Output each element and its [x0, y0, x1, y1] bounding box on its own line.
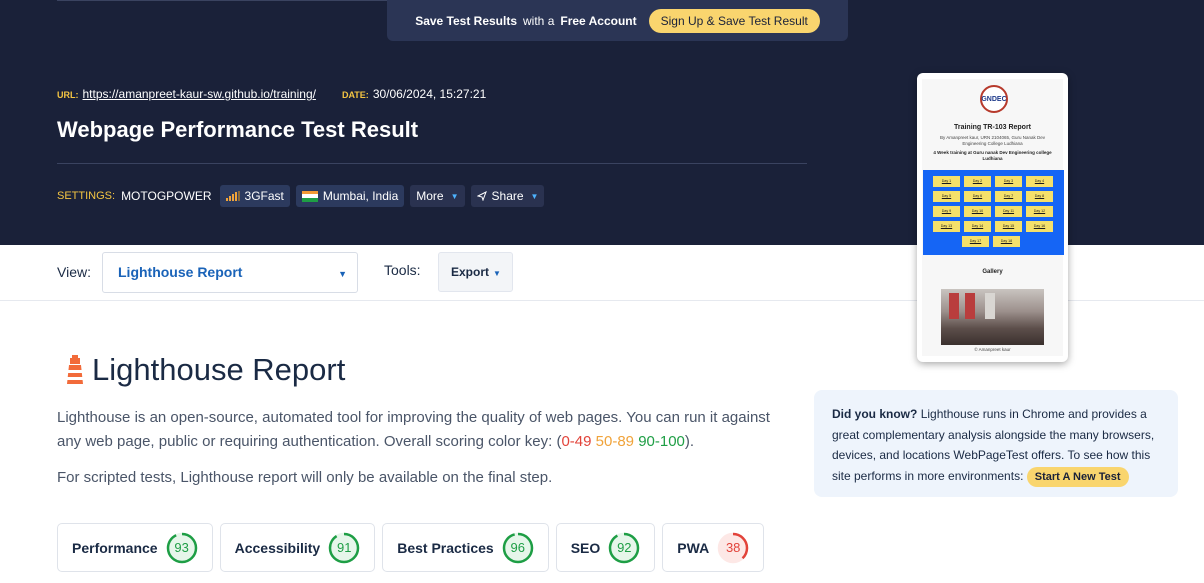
score-value: 93 — [174, 540, 189, 555]
chevron-down-icon: ▼ — [338, 269, 347, 279]
score-label: SEO — [570, 539, 601, 556]
thumbnail-day-button: Day 3 — [995, 176, 1022, 187]
score-label: PWA — [677, 539, 710, 556]
thumbnail-day-button: Day 6 — [964, 191, 991, 202]
thumbnail-day-button: Day 13 — [933, 221, 960, 232]
lighthouse-scores: Performance 93 Accessibility 91 Best Practic… — [57, 523, 765, 572]
connection-chip: 3GFast — [219, 185, 290, 207]
thumbnail-day-button: Day 1 — [933, 176, 960, 187]
score-card[interactable]: PWA 38 — [662, 523, 765, 572]
gallery-photo — [941, 289, 1044, 345]
thumbnail-day-button: Day 9 — [933, 206, 960, 217]
url-label: URL: — [57, 90, 79, 100]
signal-bars-icon — [225, 191, 240, 201]
chevron-down-icon: ▼ — [530, 191, 539, 201]
thumbnail-day-button: Day 10 — [964, 206, 991, 217]
score-gauge: 91 — [328, 532, 360, 564]
score-gauge: 96 — [502, 532, 534, 564]
score-value: 96 — [510, 540, 525, 555]
score-label: Accessibility — [234, 539, 321, 556]
score-value: 91 — [336, 540, 352, 555]
connection-label: 3GFast — [244, 189, 284, 203]
key-orange: 50-89 — [595, 433, 635, 450]
signup-save-button[interactable]: Sign Up & Save Test Result — [648, 8, 820, 33]
score-label: Best Practices — [397, 539, 494, 556]
settings-label: SETTINGS: — [57, 190, 116, 202]
report-title: Lighthouse Report — [92, 352, 346, 387]
report-heading: Lighthouse Report — [64, 352, 345, 388]
export-button[interactable]: Export ▼ — [438, 252, 513, 292]
score-value: 38 — [725, 540, 741, 555]
score-card[interactable]: Accessibility 91 — [219, 523, 376, 572]
thumbnail-day-button: Day 7 — [995, 191, 1022, 202]
test-settings: SETTINGS: MOTOGPOWER 3GFast Mumbai, Indi… — [57, 185, 545, 207]
thumbnail-heading: Training TR-103 Report — [953, 124, 1031, 131]
college-logo-icon: GNDEC — [980, 85, 1008, 113]
share-button[interactable]: Share ▼ — [470, 185, 545, 207]
tools-label: Tools: — [384, 262, 421, 278]
screenshot-content: GNDEC Training TR-103 Report By Amanpree… — [922, 79, 1064, 356]
promo-text-bold-2: Free Account — [560, 13, 637, 28]
chevron-down-icon: ▼ — [450, 191, 459, 201]
thumbnail-subtitle: By Amanpreet kaur, URN 2104065, Guru Nan… — [939, 135, 1046, 146]
start-new-test-button[interactable]: Start A New Test — [1026, 466, 1129, 487]
score-value: 92 — [617, 540, 632, 555]
thumbnail-day-button: Day 16 — [1026, 221, 1053, 232]
thumbnail-gallery-heading: Gallery — [982, 269, 1003, 275]
score-gauge: 92 — [608, 532, 640, 564]
more-settings-button[interactable]: More ▼ — [410, 185, 465, 207]
did-you-know-label: Did you know? — [832, 407, 918, 421]
view-select[interactable]: Lighthouse Report ▼ — [102, 252, 358, 293]
share-label: Share — [491, 189, 524, 203]
lighthouse-icon — [67, 355, 83, 384]
description-end: ). — [684, 433, 695, 450]
share-icon — [476, 191, 487, 201]
more-label: More — [416, 189, 444, 203]
tested-url-link[interactable]: https://amanpreet-kaur-sw.github.io/trai… — [83, 87, 316, 101]
location-label: Mumbai, India — [322, 189, 399, 203]
thumbnail-day-button: Day 15 — [995, 221, 1022, 232]
score-card[interactable]: SEO 92 — [555, 523, 656, 572]
view-selected-value: Lighthouse Report — [118, 264, 243, 280]
score-gauge: 38 — [717, 532, 749, 564]
date-label: DATE: — [341, 90, 369, 100]
report-description: Lighthouse is an open-source, automated … — [57, 406, 792, 454]
page-screenshot-thumbnail[interactable]: GNDEC Training TR-103 Report By Amanpree… — [917, 73, 1068, 362]
chevron-down-icon: ▼ — [493, 269, 501, 278]
key-green: 90-100 — [638, 433, 685, 450]
thumbnail-day-button: Day 5 — [933, 191, 960, 202]
thumbnail-day-button: Day 14 — [964, 221, 991, 232]
thumbnail-day-button: Day 2 — [964, 176, 991, 187]
thumbnail-day-button: Day 8 — [1026, 191, 1053, 202]
divider — [57, 163, 807, 164]
did-you-know-callout: Did you know? Lighthouse runs in Chrome … — [814, 390, 1178, 497]
promo-text: with a — [523, 13, 555, 28]
key-red: 0-49 — [561, 433, 592, 450]
thumbnail-day-button: Day 11 — [995, 206, 1022, 217]
promo-text-bold: Save Test Results — [415, 13, 518, 28]
device-name: MOTOGPOWER — [121, 189, 212, 203]
location-chip: Mumbai, India — [295, 185, 405, 207]
thumbnail-footer: © Amanpreet kaur — [974, 347, 1011, 352]
thumbnail-day-button: Day 18 — [993, 236, 1020, 247]
score-gauge: 93 — [166, 532, 198, 564]
thumbnail-day-button: Day 17 — [962, 236, 989, 247]
thumbnail-day-button: Day 4 — [1026, 176, 1053, 187]
thumbnail-day-grid: Day 1 Day 2 Day 3 Day 4 Day 5 Day 6 Day 7 Day 8… — [923, 170, 1064, 255]
test-meta: URL: https://amanpreet-kaur-sw.github.io… — [57, 87, 486, 101]
score-card[interactable]: Performance 93 — [57, 523, 213, 572]
page-title: Webpage Performance Test Result — [57, 117, 419, 142]
score-card[interactable]: Best Practices 96 — [382, 523, 549, 572]
scripted-tests-note: For scripted tests, Lighthouse report wi… — [57, 469, 553, 486]
india-flag-icon — [301, 190, 318, 202]
save-results-banner: Save Test Results with a Free Account Si… — [387, 0, 848, 41]
thumbnail-day-button: Day 12 — [1026, 206, 1053, 217]
thumbnail-subtitle-2: 4 Week training at Guru nanak Dev Engine… — [933, 150, 1052, 161]
export-label: Export — [451, 265, 490, 279]
score-label: Performance — [72, 539, 158, 556]
view-label: View: — [57, 264, 91, 280]
test-date: 30/06/2024, 15:27:21 — [372, 87, 487, 101]
